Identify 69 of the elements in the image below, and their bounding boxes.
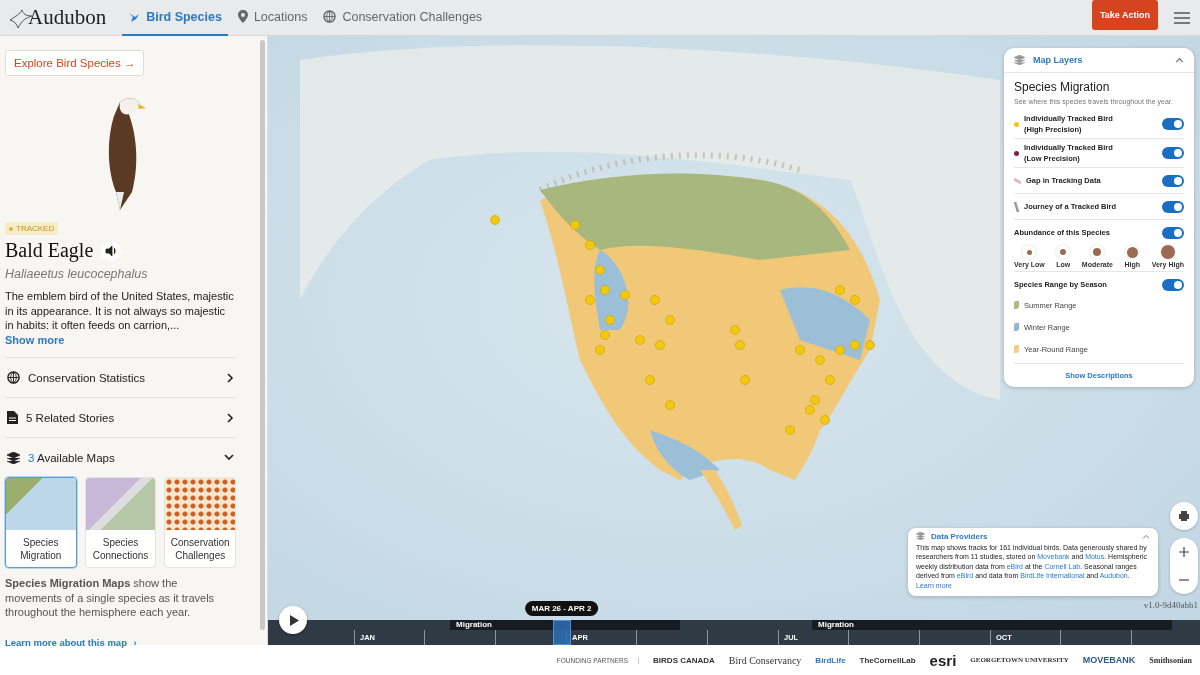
play-icon (289, 614, 299, 626)
track-legend-icon (1014, 201, 1019, 212)
chevron-up-icon (1142, 533, 1150, 539)
chevron-right-icon (227, 412, 234, 423)
layers-icon (1014, 55, 1025, 65)
map-layers-header[interactable]: Map Layers (1004, 48, 1194, 73)
nav-tab[interactable]: Conservation Challenges (317, 0, 489, 36)
partner-logo[interactable]: esri (929, 651, 957, 669)
document-icon (7, 411, 18, 424)
migration-band: Migration (450, 620, 680, 630)
explore-species-button[interactable]: Explore Bird Species → (5, 50, 145, 76)
chevron-right-icon (227, 372, 234, 383)
layer-toggle[interactable] (1162, 200, 1184, 213)
printer-icon (1179, 511, 1189, 521)
abundance-dot-icon (1125, 245, 1140, 259)
layer-toggle[interactable] (1162, 226, 1184, 239)
minus-icon (1179, 579, 1189, 581)
map-option-card[interactable]: Species Connections (84, 477, 157, 568)
partner-logo[interactable]: Smithsonian (1149, 655, 1192, 665)
layers-heading: Species Migration (1014, 80, 1111, 94)
abundance-dot-icon (1160, 245, 1175, 259)
tracking-points-drawing[interactable] (490, 215, 875, 435)
species-description: The emblem bird of the United States, majestic in its appearance. It is not always so majestic in habits: it often feeds on carrion,... Show more (5, 289, 235, 347)
globe-icon (323, 10, 337, 23)
date-range-tooltip: MAR 26 - APR 2 (524, 601, 599, 616)
gap-legend-icon (1014, 177, 1021, 184)
map-thumbnail (85, 478, 156, 530)
data-providers-header[interactable]: Data Providers (916, 531, 1150, 541)
learn-more-link[interactable]: Learn more about this map › (5, 636, 137, 648)
map-thumbnail (6, 478, 76, 530)
map-thumbnail (165, 478, 235, 530)
migration-band: Migration (812, 620, 1172, 630)
accordion-header[interactable]: Conservation Statistics (5, 357, 236, 397)
version-label: v1.0-9d40abb1 (1143, 600, 1198, 610)
map-option-card[interactable]: Conservation Challenges (164, 477, 236, 568)
layer-toggle[interactable] (1162, 147, 1184, 159)
partner-logo[interactable]: Bird Conservancy (728, 654, 802, 666)
abundance-dot-icon (1022, 245, 1037, 259)
show-more-link[interactable]: Show more (5, 333, 65, 346)
timeline-thumb[interactable] (552, 620, 571, 645)
partner-logo[interactable]: MOVEBANK (1082, 655, 1136, 665)
layers-icon (7, 451, 20, 464)
bird-name: Bald Eagle (5, 239, 94, 262)
scrollbar-thumb[interactable] (260, 40, 265, 630)
nav-tab[interactable]: Locations (231, 0, 314, 36)
menu-icon[interactable] (1174, 11, 1190, 24)
partner-logo[interactable]: BIRDS CANADA (653, 655, 715, 665)
partner-logo[interactable]: TheCornellLab (859, 655, 916, 665)
badge-label: TRACKED (16, 224, 55, 233)
layer-toggle[interactable] (1162, 174, 1184, 187)
map-option-card[interactable]: Species Migration (5, 477, 77, 568)
globe-icon (7, 371, 20, 384)
layers-icon (916, 532, 925, 540)
chevron-up-icon (1175, 57, 1184, 63)
dot-icon (9, 226, 13, 231)
layer-toggle[interactable] (1162, 118, 1184, 130)
abundance-dot-icon (1090, 245, 1105, 259)
audubon-logo[interactable]: Audubon (8, 5, 107, 30)
scientific-name: Haliaeetus leucocephalus (5, 267, 149, 281)
layer-toggle[interactable] (1162, 278, 1184, 291)
accordion-header[interactable]: 5 Related Stories (5, 397, 236, 437)
abundance-dot-icon (1056, 245, 1071, 259)
speaker-icon[interactable] (101, 240, 122, 261)
take-action-button[interactable]: Take Action (1092, 0, 1158, 30)
chevron-down-icon (224, 454, 234, 461)
map-description: Species Migration Maps show the movements of a single species as it travels throughout the hemisphere each year. (5, 576, 216, 620)
partner-logo[interactable]: BirdLife (815, 655, 846, 665)
plus-icon (1179, 547, 1189, 557)
map-pin-icon (237, 10, 248, 23)
